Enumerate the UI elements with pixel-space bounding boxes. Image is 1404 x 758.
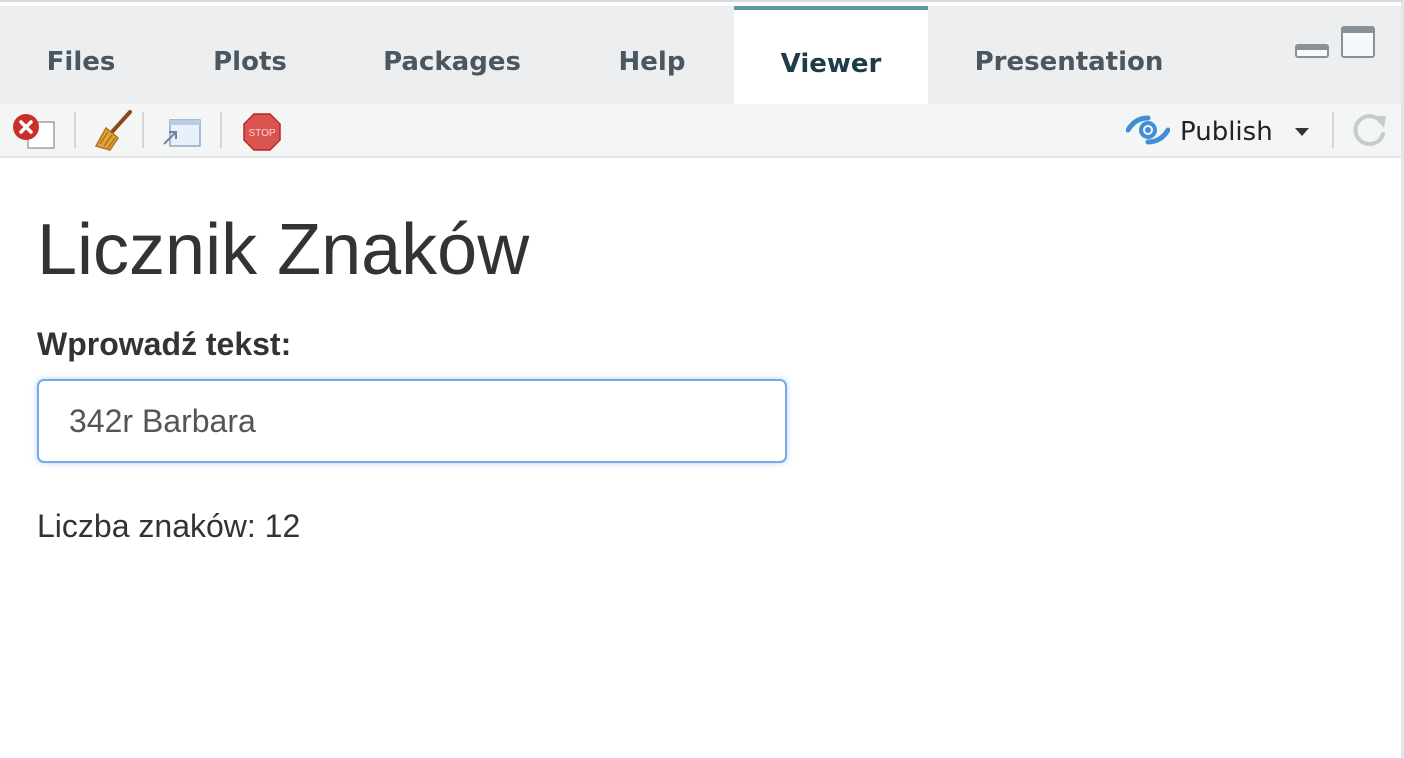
viewer-toolbar: STOP Publish: [0, 104, 1401, 158]
tab-packages[interactable]: Packages: [370, 6, 534, 104]
tab-help[interactable]: Help: [604, 6, 700, 104]
remove-viewer-icon[interactable]: [12, 112, 58, 150]
publish-dropdown-icon[interactable]: [1294, 128, 1309, 136]
tab-viewer[interactable]: Viewer: [734, 6, 928, 104]
character-count-output: Liczba znaków: 12: [37, 508, 301, 544]
publish-icon: [1125, 112, 1171, 153]
toolbar-separator: [142, 112, 144, 148]
tab-files[interactable]: Files: [30, 6, 132, 104]
minimize-pane-button[interactable]: [1295, 44, 1329, 58]
tab-plots[interactable]: Plots: [198, 6, 302, 104]
text-input-label: Wprowadź tekst:: [37, 326, 292, 362]
maximize-pane-button[interactable]: [1341, 26, 1375, 58]
stop-label: STOP: [248, 128, 275, 139]
publish-label: Publish: [1180, 117, 1273, 147]
text-input[interactable]: [37, 379, 787, 463]
toolbar-separator: [220, 112, 222, 148]
publish-button[interactable]: Publish: [1125, 112, 1309, 153]
tab-presentation[interactable]: Presentation: [962, 6, 1176, 104]
show-in-window-icon[interactable]: [160, 114, 204, 150]
refresh-icon[interactable]: [1348, 110, 1390, 152]
toolbar-separator: [1332, 112, 1334, 148]
viewer-pane: Files Plots Packages Help Viewer Present…: [0, 0, 1404, 758]
pane-window-controls: [1295, 26, 1377, 66]
tab-bar: Files Plots Packages Help Viewer Present…: [0, 6, 1401, 104]
toolbar-separator: [74, 112, 76, 148]
broom-icon[interactable]: [92, 108, 136, 152]
page-title: Licznik Znaków: [37, 210, 530, 290]
stop-icon[interactable]: STOP: [242, 112, 282, 152]
